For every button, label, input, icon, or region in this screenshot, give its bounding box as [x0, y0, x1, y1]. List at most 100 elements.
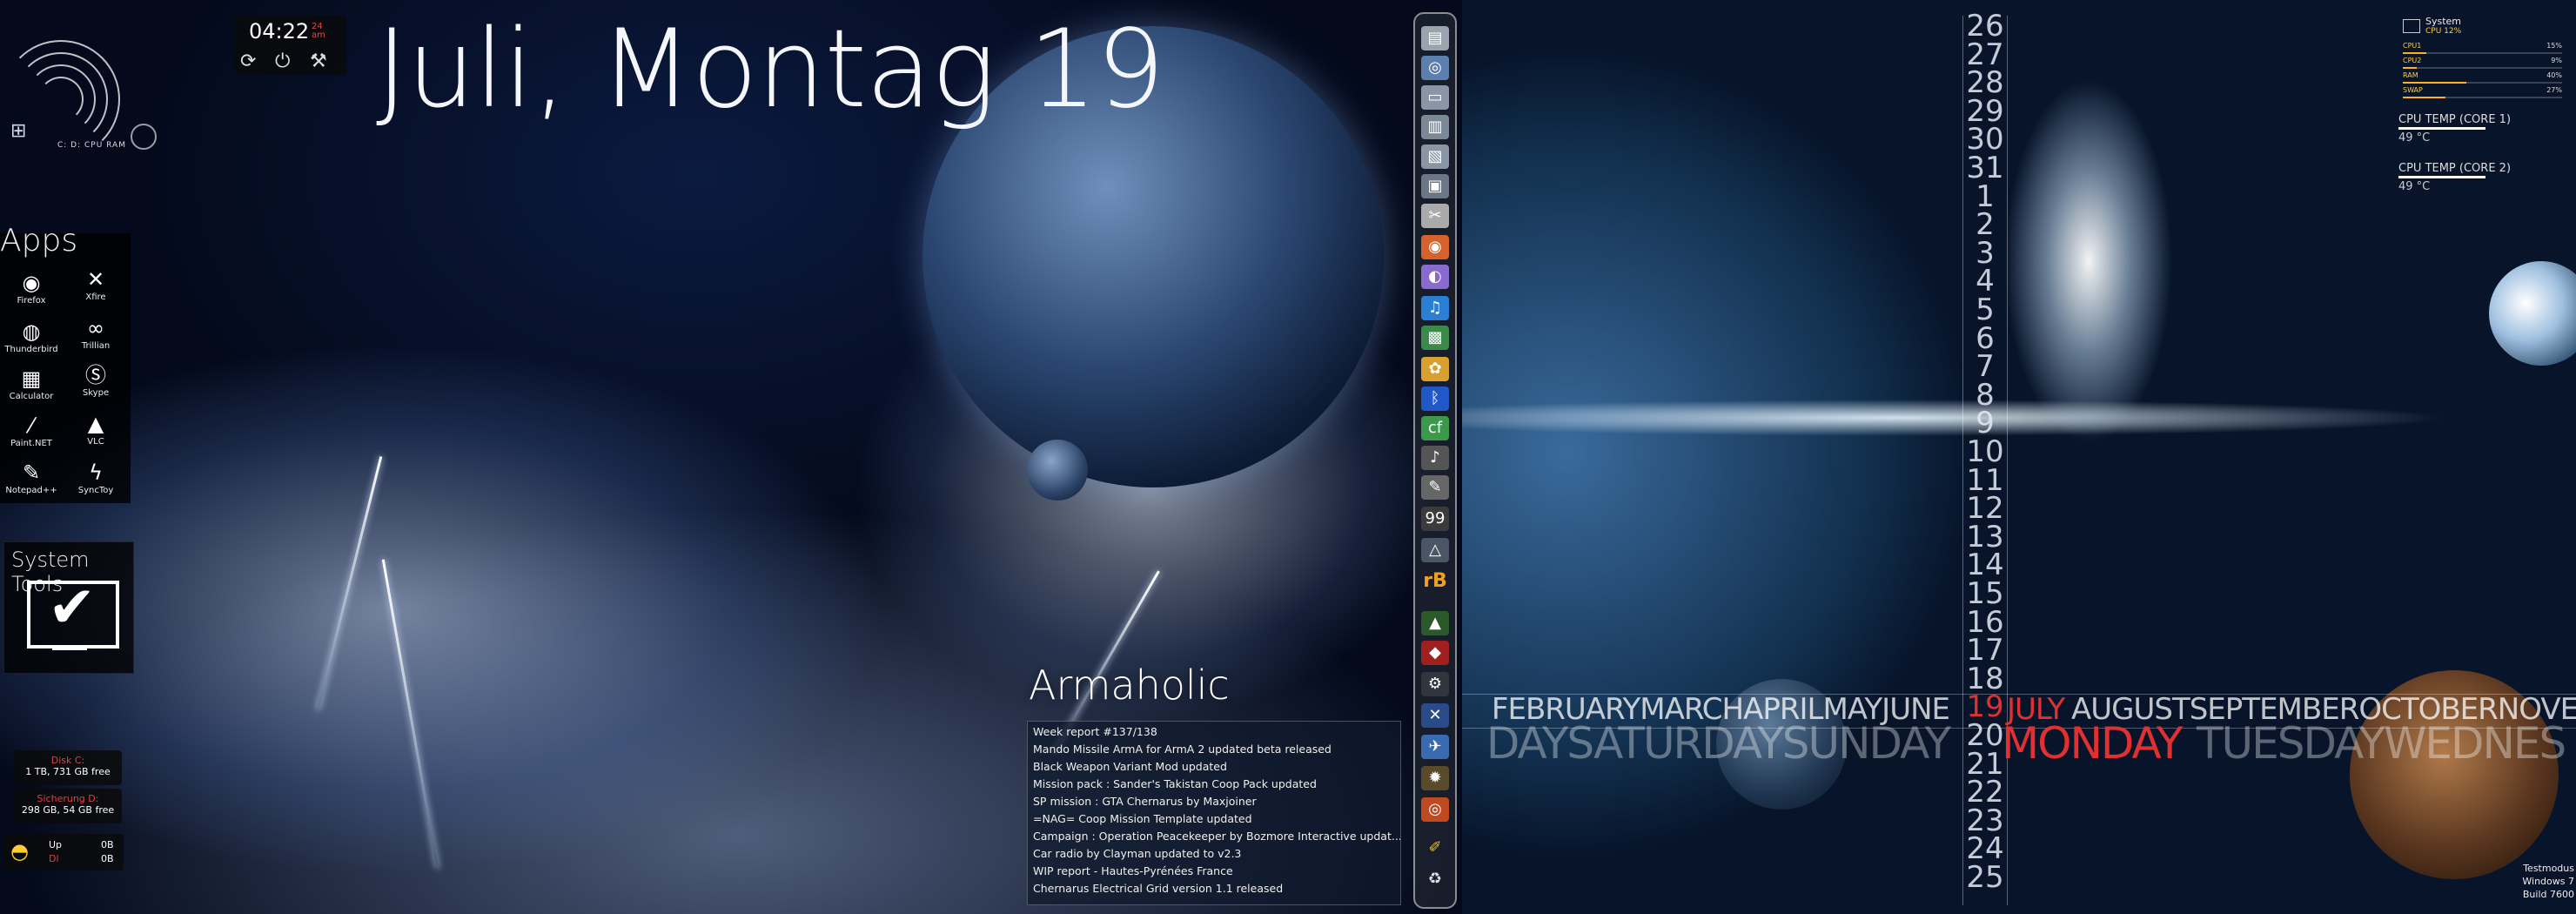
cpu-temp-core1: CPU TEMP (CORE 1) 49 °C — [2398, 113, 2511, 144]
system-tools-tile[interactable]: System Tools ✔ — [3, 541, 134, 674]
thunderbird-icon[interactable]: ◐ — [1421, 265, 1449, 289]
firefox-icon: ◉ — [22, 271, 41, 295]
steam-icon[interactable]: ⚙ — [1421, 672, 1449, 696]
temp-bar — [2398, 176, 2485, 178]
meter-value: 27% — [2546, 86, 2562, 94]
microphone-icon[interactable]: ♪ — [1421, 446, 1449, 470]
rainbar-icon[interactable]: rB — [1421, 569, 1449, 594]
network-icon[interactable]: ✎ — [1421, 475, 1449, 500]
disk-size: 1 TB, 731 GB free — [25, 766, 111, 777]
lightning-bolt — [381, 559, 439, 869]
game-icon-1[interactable]: ▲ — [1421, 611, 1449, 635]
game-icon-5[interactable]: ◎ — [1421, 797, 1449, 822]
app-calculator[interactable]: ▦ Calculator — [0, 367, 63, 401]
chat-icon[interactable]: cf — [1421, 416, 1449, 440]
news-item[interactable]: =NAG= Coop Mission Template updated — [1028, 810, 1400, 828]
meter-bar — [2403, 52, 2562, 54]
cpu-temp-core2: CPU TEMP (CORE 2) 49 °C — [2398, 162, 2511, 193]
refresh-icon[interactable]: ⟳ — [240, 50, 256, 72]
news-item[interactable]: Mando Missile ArmA for ArmA 2 updated be… — [1028, 741, 1400, 758]
meter-bar — [2403, 82, 2562, 84]
disk-size: 298 GB, 54 GB free — [21, 804, 115, 816]
pictures-icon[interactable]: ▧ — [1421, 144, 1449, 169]
monitor-stand — [52, 647, 87, 659]
app-vlc[interactable]: ▲ VLC — [64, 413, 127, 447]
app-notepadpp[interactable]: ✎ Notepad++ — [0, 461, 63, 495]
paintnet-icon: ⁄ — [29, 413, 33, 438]
meter-label: CPU1 — [2403, 42, 2422, 50]
meter-fill — [2403, 82, 2467, 84]
network-widget[interactable]: ◓ Up Dl 0B 0B — [3, 834, 124, 870]
media-icon[interactable]: ▩ — [1421, 326, 1449, 350]
calendar-day: 17 — [1966, 633, 2004, 669]
computer-icon[interactable]: ▤ — [1421, 26, 1449, 50]
armaholic-title[interactable]: Armaholic — [1029, 662, 1230, 709]
calendar-day: 7 — [1976, 349, 1995, 385]
paint-icon[interactable]: ✿ — [1421, 357, 1449, 381]
calendar-day: 12 — [1966, 491, 2004, 527]
news-item[interactable]: SP mission : GTA Chernarus by Maxjoiner — [1028, 793, 1400, 810]
firefox-icon[interactable]: ◉ — [1421, 235, 1449, 259]
power-icon[interactable]: ⏻ — [275, 50, 290, 72]
app-paintnet[interactable]: ⁄ Paint.NET — [0, 414, 63, 448]
news-item[interactable]: Week report #137/138 — [1028, 723, 1400, 741]
app-firefox[interactable]: ◉ Firefox — [0, 272, 63, 306]
meter-ram: RAM 40% — [2398, 70, 2567, 84]
bluetooth-icon[interactable]: ᛒ — [1421, 386, 1449, 411]
music-icon[interactable]: ♫ — [1421, 296, 1449, 320]
wrench-icon[interactable]: ⚒ — [310, 50, 327, 72]
watermark-line: Windows 7 — [2522, 876, 2574, 887]
game-icon-3[interactable]: ✕ — [1421, 703, 1449, 728]
disk-c-widget[interactable]: Disk C: 1 TB, 731 GB free — [14, 750, 122, 785]
clock-meridiem: am — [312, 30, 325, 40]
windows-logo-icon[interactable]: ⊞ — [10, 120, 26, 142]
calendar-day: 22 — [1966, 775, 2004, 810]
meter-bar — [2403, 97, 2562, 98]
news-item[interactable]: Chernarus Electrical Grid version 1.1 re… — [1028, 880, 1400, 897]
disk-d-widget[interactable]: Sicherung D: 298 GB, 54 GB free — [14, 789, 122, 823]
meter-label: RAM — [2403, 71, 2418, 79]
news-item[interactable]: Mission pack : Sander's Takistan Coop Pa… — [1028, 776, 1400, 793]
folder-icon[interactable]: ▭ — [1421, 85, 1449, 110]
game-icon-2[interactable]: ◆ — [1421, 641, 1449, 665]
drive-icon[interactable]: ▣ — [1421, 174, 1449, 198]
app-trillian[interactable]: ∞ Trillian — [64, 317, 127, 351]
app-synctoy[interactable]: ϟ SyncToy — [64, 461, 127, 495]
calendar-day: 28 — [1966, 65, 2004, 101]
globe-icon[interactable]: ◎ — [1421, 56, 1449, 80]
calendar-day: 5 — [1976, 292, 1995, 327]
recycle-bin-icon[interactable]: ♻ — [1421, 867, 1449, 891]
calculator-icon: ▦ — [21, 366, 42, 391]
gauge-knob-icon[interactable] — [131, 124, 157, 150]
temp-label: CPU TEMP (CORE 2) — [2398, 162, 2512, 175]
news-item[interactable]: Car radio by Clayman updated to v2.3 — [1028, 845, 1400, 863]
game-99-icon[interactable]: 99 — [1421, 507, 1449, 531]
clock-time: 04:22 — [249, 19, 310, 44]
system-name: System — [2425, 16, 2462, 27]
app-skype[interactable]: Ⓢ Skype — [64, 364, 127, 398]
drive-gauges-widget[interactable]: ⊞ C: D: CPU RAM — [0, 35, 165, 165]
clock-widget[interactable]: 04:22 24 am ⟳ ⏻ ⚒ — [235, 16, 346, 75]
weekdays-before: DAYSATURDAYSUNDAY — [1486, 718, 1951, 769]
brush-icon[interactable]: ✐ — [1421, 836, 1449, 860]
game-icon-4[interactable]: ✹ — [1421, 766, 1449, 790]
disk-name: Sicherung D: — [37, 793, 99, 804]
app-thunderbird[interactable]: ◍ Thunderbird — [0, 320, 63, 354]
system-monitor-widget[interactable]: System CPU 12% CPU1 15% CPU2 9% RAM 40% SWAP 27… — [2398, 14, 2567, 99]
monitor-icon — [2403, 19, 2420, 33]
notepad-icon: ✎ — [22, 460, 41, 485]
triangle-icon[interactable]: △ — [1421, 538, 1449, 562]
meter-bar — [2403, 67, 2562, 69]
clock-ampm: 24 am — [312, 23, 325, 40]
news-item[interactable]: Campaign : Operation Peacekeeper by Bozm… — [1028, 828, 1400, 845]
news-item[interactable]: WIP report - Hautes-Pyrénées France — [1028, 863, 1400, 880]
meter-cpu1: CPU1 15% — [2398, 40, 2567, 55]
news-item[interactable]: Black Weapon Variant Mod updated — [1028, 758, 1400, 776]
plane-icon[interactable]: ✈ — [1421, 735, 1449, 759]
app-xfire[interactable]: ✕ Xfire — [64, 268, 127, 302]
tools-icon[interactable]: ✂ — [1421, 204, 1449, 228]
gauge-arc — [38, 77, 84, 122]
system-header: System CPU 12% — [2398, 14, 2567, 40]
vlc-icon: ▲ — [87, 412, 104, 436]
documents-icon[interactable]: ▥ — [1421, 115, 1449, 139]
